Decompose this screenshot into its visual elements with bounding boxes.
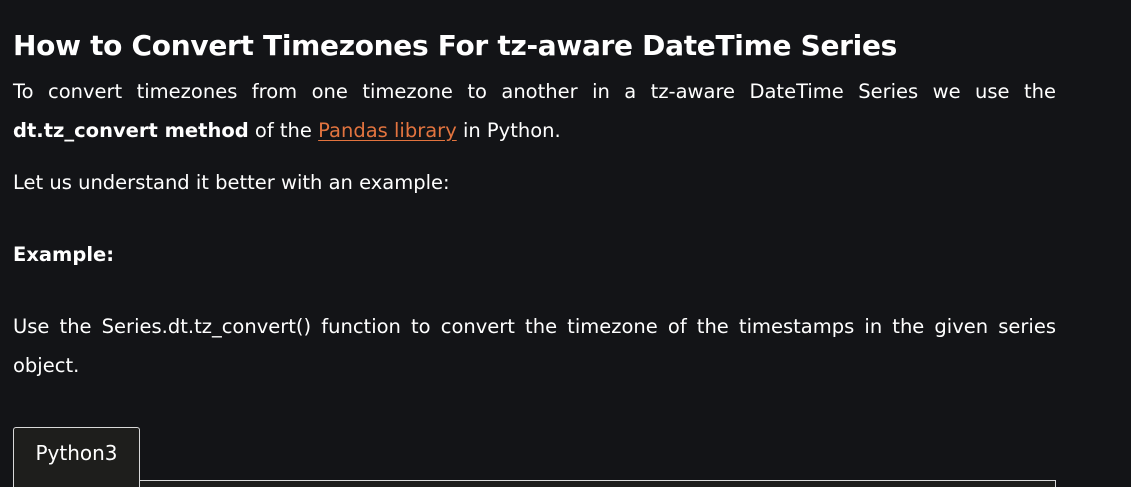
- code-block-panel: [13, 480, 1056, 487]
- tab-python3[interactable]: Python3: [13, 427, 140, 487]
- intro-text-end: in Python.: [456, 119, 561, 142]
- lead-in-paragraph: Let us understand it better with an exam…: [13, 171, 450, 194]
- example-description: Use the Series.dt.tz_convert() function …: [13, 315, 1056, 377]
- intro-text-middle: of the: [248, 119, 319, 142]
- article-title: How to Convert Timezones For tz-aware Da…: [13, 29, 898, 62]
- article-content: How to Convert Timezones For tz-aware Da…: [13, 0, 1056, 487]
- example-heading: Example:: [13, 243, 115, 266]
- method-name: dt.tz_convert method: [13, 119, 249, 142]
- intro-paragraph: To convert timezones from one timezone t…: [13, 72, 1056, 150]
- pandas-library-link[interactable]: Pandas library: [318, 119, 457, 142]
- intro-text-start: To convert timezones from one timezone t…: [13, 80, 1056, 103]
